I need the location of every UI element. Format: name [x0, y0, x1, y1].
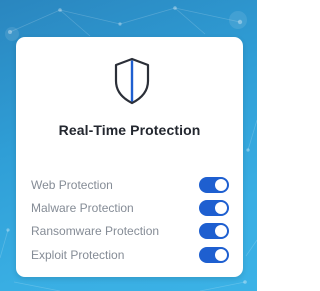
malware-protection-toggle[interactable]	[199, 200, 229, 216]
toggle-knob	[215, 225, 227, 237]
setting-label: Exploit Protection	[31, 248, 125, 262]
toggle-knob	[215, 179, 227, 191]
toggle-knob	[215, 202, 227, 214]
setting-label: Ransomware Protection	[31, 224, 160, 238]
setting-row-ransomware-protection: Ransomware Protection	[31, 223, 229, 241]
ransomware-protection-toggle[interactable]	[199, 223, 229, 239]
exploit-protection-toggle[interactable]	[199, 247, 229, 263]
protection-card: Real-Time Protection Web Protection Malw…	[16, 37, 243, 277]
setting-row-malware-protection: Malware Protection	[31, 200, 229, 218]
toggle-knob	[215, 249, 227, 261]
card-title: Real-Time Protection	[58, 122, 201, 138]
setting-row-exploit-protection: Exploit Protection	[31, 247, 229, 265]
setting-label: Malware Protection	[31, 201, 134, 215]
web-protection-toggle[interactable]	[199, 177, 229, 193]
setting-row-web-protection: Web Protection	[31, 177, 229, 195]
shield-icon	[112, 57, 152, 105]
setting-label: Web Protection	[31, 178, 113, 192]
